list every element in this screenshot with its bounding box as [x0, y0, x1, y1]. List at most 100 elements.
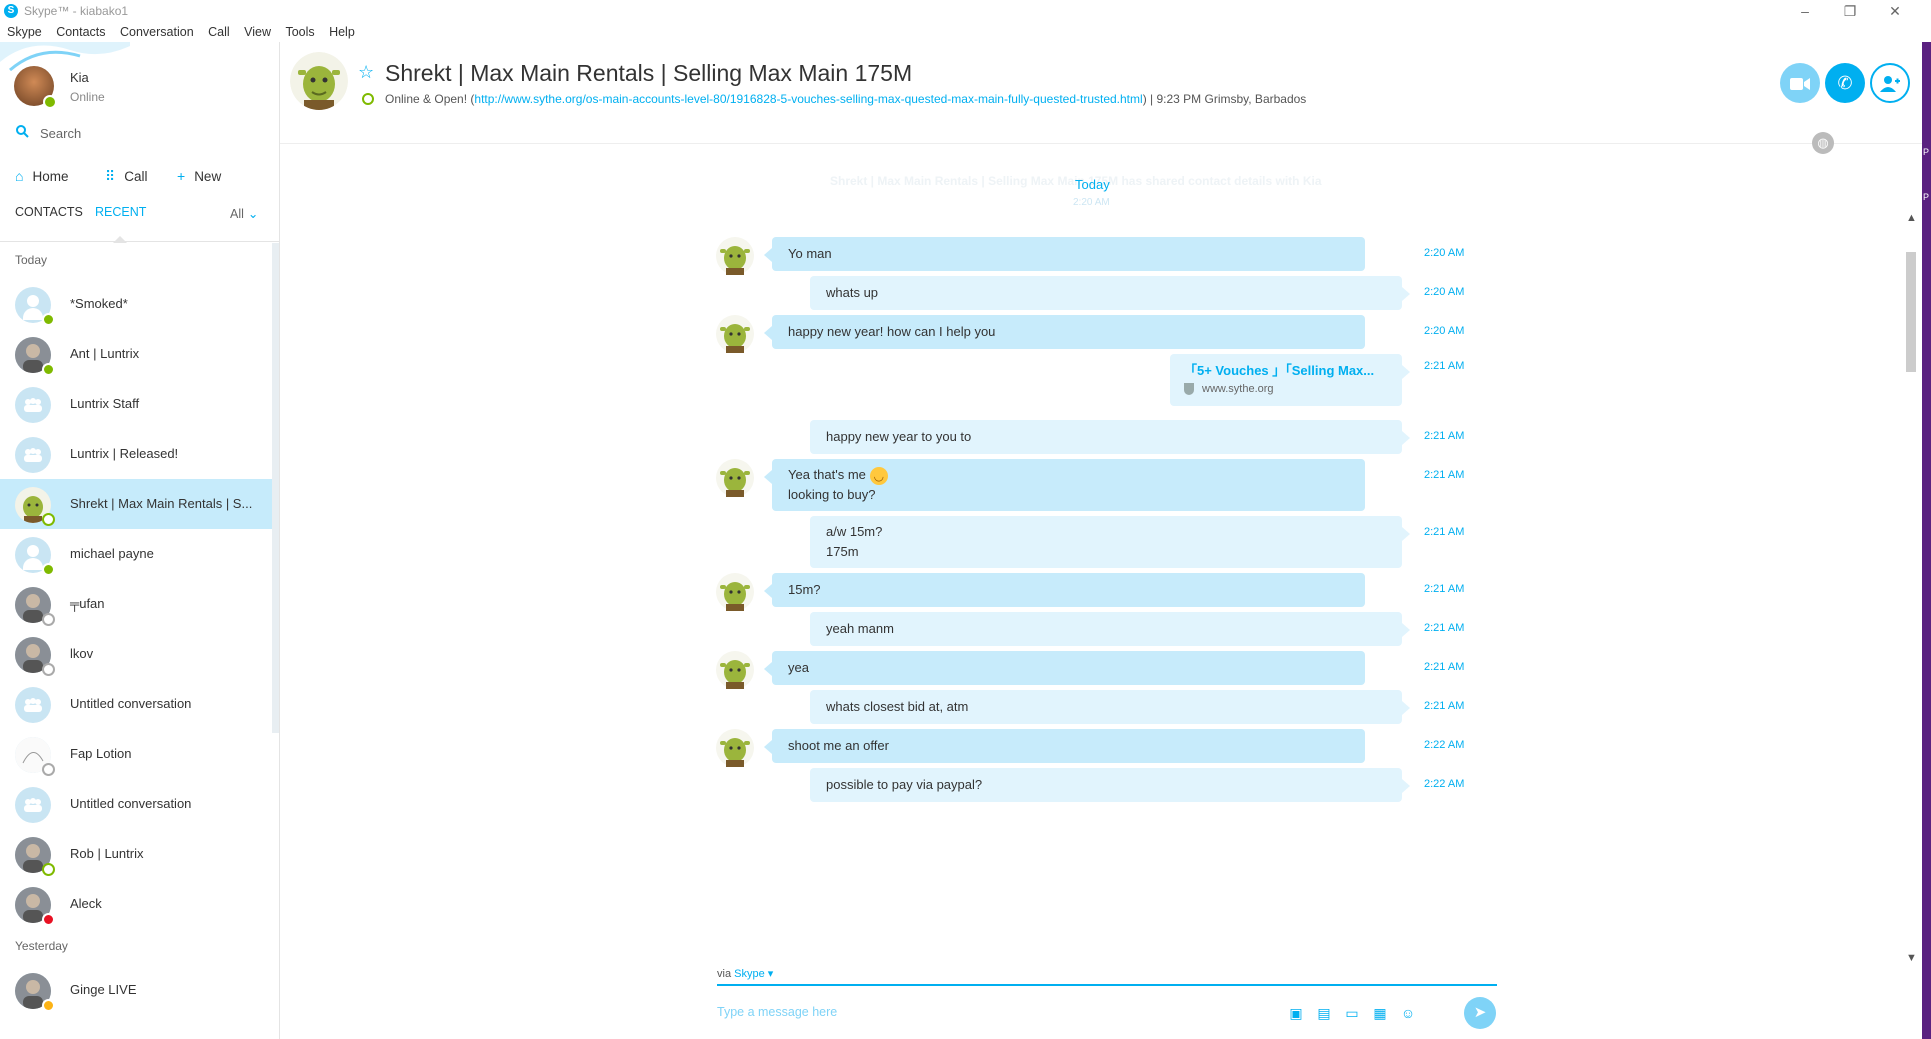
menu-contacts[interactable]: Contacts	[56, 22, 105, 42]
contact-item[interactable]: *Smoked*	[0, 279, 272, 329]
strip-letter: P	[1923, 192, 1930, 202]
profile-status-text[interactable]: Online	[70, 90, 105, 104]
strip-letter: P	[1923, 147, 1930, 157]
sender-avatar[interactable]	[716, 315, 754, 353]
message-composer: via Skype ▾ Type a message here ▣ ▤ ▭ ▦ …	[717, 963, 1497, 1039]
menu-help[interactable]: Help	[329, 22, 355, 42]
message-text: whats closest bid at, atm	[826, 699, 969, 714]
message-list[interactable]: Yo man 2:20 AM whats up 2:20 AM happy new ye…	[280, 237, 1922, 957]
search-icon	[16, 125, 29, 141]
video-message-icon[interactable]: ▭	[1343, 1005, 1361, 1021]
contact-name: Untitled conversation	[70, 796, 192, 811]
message-bubble[interactable]: possible to pay via paypal?	[810, 768, 1410, 802]
message-text: looking to buy?	[788, 487, 876, 502]
menu-view[interactable]: View	[244, 22, 271, 42]
link-title[interactable]: 「5+ Vouches 」「Selling Max...	[1184, 360, 1388, 379]
conversation-avatar[interactable]	[290, 52, 348, 110]
minimize-button[interactable]: –	[1785, 2, 1825, 20]
message-input[interactable]: Type a message here	[717, 1005, 837, 1019]
message-bubble[interactable]: Yo man	[764, 237, 1365, 271]
menu-conversation[interactable]: Conversation	[120, 22, 194, 42]
sender-avatar[interactable]	[716, 651, 754, 689]
send-image-icon[interactable]: ▣	[1287, 1005, 1305, 1021]
mood-link[interactable]: http://www.sythe.org/os-main-accounts-le…	[474, 92, 1142, 106]
message-bubble[interactable]: whats closest bid at, atm	[810, 690, 1410, 724]
message-time: 2:21 AM	[1424, 526, 1465, 538]
message-bubble[interactable]: a/w 15m? 175m	[810, 516, 1410, 568]
message-bubble[interactable]: yeah manm	[810, 612, 1410, 646]
send-contact-icon[interactable]: ▦	[1371, 1005, 1389, 1021]
message-bubble[interactable]: 15m?	[764, 573, 1365, 607]
status-icon	[42, 763, 55, 776]
status-icon	[42, 863, 55, 876]
message-bubble[interactable]: whats up	[810, 276, 1410, 310]
globe-icon[interactable]: ◍	[1812, 132, 1834, 154]
scroll-down-icon[interactable]: ▼	[1906, 952, 1917, 964]
list-tabs: CONTACTS RECENT All ⌄	[0, 202, 279, 243]
call-audio-button[interactable]: ✆	[1825, 63, 1865, 103]
message-time: 2:20 AM	[1424, 286, 1465, 298]
message-bubble[interactable]: Yea that's me ◡ looking to buy?	[764, 459, 1365, 511]
sender-avatar[interactable]	[716, 237, 754, 275]
contact-avatar	[15, 687, 51, 723]
contact-item[interactable]: lkov	[0, 629, 272, 679]
contact-item[interactable]: Shrekt | Max Main Rentals | S...	[0, 479, 272, 529]
filter-dropdown[interactable]: All ⌄	[230, 206, 258, 221]
contact-item[interactable]: Luntrix Staff	[0, 379, 272, 429]
emoticon-icon[interactable]: ☺	[1399, 1005, 1417, 1021]
contact-item[interactable]: Untitled conversation	[0, 679, 272, 729]
video-call-button[interactable]	[1780, 63, 1820, 103]
search-box[interactable]: Search	[14, 124, 264, 144]
menu-skype[interactable]: Skype	[7, 22, 42, 42]
today-contacts: *Smoked* Ant | Luntrix Luntrix Staff Luntri…	[0, 279, 272, 929]
scroll-up-icon[interactable]: ▲	[1906, 212, 1917, 224]
sender-avatar[interactable]	[716, 729, 754, 767]
contact-name: Luntrix Staff	[70, 396, 140, 411]
sender-avatar[interactable]	[716, 459, 754, 497]
favorite-star-icon[interactable]: ☆	[358, 62, 374, 83]
message-bubble[interactable]: shoot me an offer	[764, 729, 1365, 763]
smile-emoji-icon: ◡	[869, 466, 888, 485]
scroll-thumb[interactable]	[1906, 252, 1916, 372]
tab-contacts[interactable]: CONTACTS	[15, 205, 83, 219]
recent-list[interactable]: Today *Smoked* Ant | Luntrix Luntrix Staff…	[0, 243, 272, 1039]
message-bubble[interactable]: yea	[764, 651, 1365, 685]
close-button[interactable]: ✕	[1875, 2, 1915, 20]
contact-item[interactable]: Untitled conversation	[0, 779, 272, 829]
sender-avatar[interactable]	[716, 573, 754, 611]
via-service[interactable]: via Skype ▾	[717, 967, 773, 980]
message-time: 2:21 AM	[1424, 469, 1465, 481]
profile-status-icon[interactable]	[43, 95, 57, 109]
list-scrollbar[interactable]	[272, 243, 279, 733]
filter-label: All	[230, 207, 244, 221]
contact-name: Shrekt | Max Main Rentals | S...	[70, 496, 253, 511]
message-line: Yea that's me ◡	[788, 465, 1349, 485]
nav-row: ⌂ Home ⠿ Call + New	[0, 164, 279, 188]
profile-name[interactable]: Kia	[70, 70, 89, 85]
contact-item[interactable]: ╤ufan	[0, 579, 272, 629]
message-bubble[interactable]: happy new year! how can I help you	[764, 315, 1365, 349]
send-button[interactable]: ➤	[1464, 997, 1496, 1029]
message-text: whats up	[826, 285, 879, 300]
contact-item[interactable]: Fap Lotion	[0, 729, 272, 779]
contact-item[interactable]: michael payne	[0, 529, 272, 579]
menu-tools[interactable]: Tools	[285, 22, 314, 42]
contact-item[interactable]: Rob | Luntrix	[0, 829, 272, 879]
restore-button[interactable]: ❐	[1830, 2, 1870, 20]
link-domain: www.sythe.org	[1202, 383, 1274, 395]
message-text: happy new year! how can I help you	[788, 324, 996, 339]
tab-recent[interactable]: RECENT	[95, 205, 146, 219]
contact-item[interactable]: Luntrix | Released!	[0, 429, 272, 479]
add-contact-button[interactable]	[1870, 63, 1910, 103]
message-bubble[interactable]: happy new year to you to	[810, 420, 1410, 454]
call-button[interactable]: ⠿ Call	[105, 164, 148, 188]
home-button[interactable]: ⌂ Home	[15, 164, 68, 188]
message-scrollbar[interactable]: ▲ ▼	[1903, 212, 1919, 972]
new-button[interactable]: + New	[177, 164, 221, 188]
contact-item[interactable]: Ant | Luntrix	[0, 329, 272, 379]
link-card[interactable]: 「5+ Vouches 」「Selling Max... www.sythe.or…	[1170, 354, 1410, 406]
menu-call[interactable]: Call	[208, 22, 230, 42]
contact-item[interactable]: Aleck	[0, 879, 272, 929]
send-file-icon[interactable]: ▤	[1315, 1005, 1333, 1021]
contact-item[interactable]: Ginge LIVE	[0, 965, 272, 1015]
